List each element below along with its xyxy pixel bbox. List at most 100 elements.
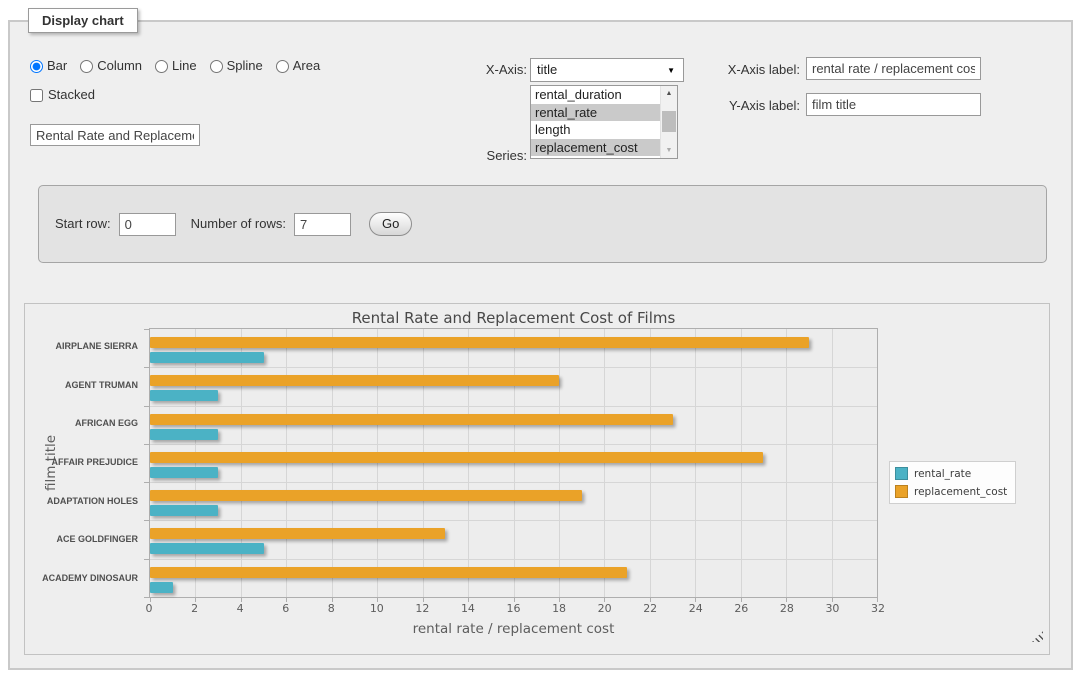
bar-replacement_cost bbox=[150, 528, 445, 539]
series-option-replacement_cost[interactable]: replacement_cost bbox=[531, 139, 660, 157]
category-label: AGENT TRUMAN bbox=[25, 380, 138, 390]
radio-label: Bar bbox=[47, 58, 67, 74]
x-tick-label: 24 bbox=[689, 602, 703, 615]
x-tick-label: 26 bbox=[734, 602, 748, 615]
x-tick-label: 0 bbox=[146, 602, 153, 615]
category-label: ADAPTATION HOLES bbox=[25, 496, 138, 506]
bar-group bbox=[150, 520, 877, 558]
radio-label: Column bbox=[97, 58, 142, 74]
x-tick-label: 4 bbox=[237, 602, 244, 615]
chart-title: Rental Rate and Replacement Cost of Film… bbox=[149, 309, 878, 327]
series-listbox[interactable]: rental_durationrental_ratelengthreplacem… bbox=[530, 85, 678, 159]
legend-label: rental_rate bbox=[914, 468, 971, 480]
x-tick-labels: 02468101214161820222426283032 bbox=[149, 602, 878, 616]
x-axis-title: rental rate / replacement cost bbox=[149, 621, 878, 637]
display-chart-fieldset: Display chart BarColumnLineSplineArea St… bbox=[8, 20, 1073, 670]
legend-item-rental_rate[interactable]: rental_rate bbox=[895, 467, 1007, 480]
bar-group bbox=[150, 367, 877, 405]
bar-replacement_cost bbox=[150, 567, 627, 578]
x-axis-label-field-label: X-Axis label: bbox=[650, 62, 800, 78]
category-label: AIRPLANE SIERRA bbox=[25, 341, 138, 351]
x-axis-selected-value: title bbox=[537, 62, 557, 77]
x-tick-label: 30 bbox=[825, 602, 839, 615]
bar-rental_rate bbox=[150, 582, 173, 593]
chart-type-radio-bar[interactable] bbox=[30, 60, 43, 73]
x-tick-label: 28 bbox=[780, 602, 794, 615]
y-axis-label-field-label: Y-Axis label: bbox=[650, 98, 800, 114]
chart-legend-items: rental_rate replacement_cost bbox=[895, 467, 1007, 498]
chart-type-radio-line[interactable] bbox=[155, 60, 168, 73]
start-row-input[interactable] bbox=[119, 213, 176, 236]
y-axis-label-input[interactable] bbox=[806, 93, 981, 116]
chart-type-option-area[interactable]: Area bbox=[276, 58, 320, 74]
category-label: AFFAIR PREJUDICE bbox=[25, 457, 138, 467]
bar-group bbox=[150, 444, 877, 482]
stacked-checkbox-row[interactable]: Stacked bbox=[30, 87, 95, 103]
bar-rental_rate bbox=[150, 467, 218, 478]
num-rows-label: Number of rows: bbox=[191, 216, 286, 232]
radio-label: Line bbox=[172, 58, 197, 74]
radio-label: Area bbox=[293, 58, 320, 74]
scroll-down-button[interactable]: ▼ bbox=[661, 143, 677, 158]
bar-group bbox=[150, 482, 877, 520]
category-label: ACADEMY DINOSAUR bbox=[25, 573, 138, 583]
bar-rental_rate bbox=[150, 505, 218, 516]
x-tick-label: 32 bbox=[871, 602, 885, 615]
bar-rental_rate bbox=[150, 390, 218, 401]
legend-swatch bbox=[895, 485, 908, 498]
x-tick-label: 12 bbox=[415, 602, 429, 615]
chart-type-radios: Bar Column Line Spline Area bbox=[30, 58, 320, 74]
x-tick-label: 18 bbox=[552, 602, 566, 615]
chart-type-radio-spline[interactable] bbox=[210, 60, 223, 73]
x-tick-label: 14 bbox=[461, 602, 475, 615]
go-button[interactable]: Go bbox=[369, 212, 412, 236]
stacked-checkbox[interactable] bbox=[30, 89, 43, 102]
series-option-length[interactable]: length bbox=[531, 121, 660, 139]
num-rows-input[interactable] bbox=[294, 213, 351, 236]
rows-panel: Start row: Number of rows: Go bbox=[38, 185, 1047, 263]
chart-title-input[interactable] bbox=[30, 124, 200, 146]
x-tick-label: 20 bbox=[598, 602, 612, 615]
x-tick-label: 22 bbox=[643, 602, 657, 615]
bar-replacement_cost bbox=[150, 337, 809, 348]
y-category-labels: AIRPLANE SIERRA AGENT TRUMAN AFRICAN EGG AF… bbox=[25, 328, 143, 598]
chart-type-option-column[interactable]: Column bbox=[80, 58, 142, 74]
series-option-rental_rate[interactable]: rental_rate bbox=[531, 104, 660, 122]
chart-panel: Rental Rate and Replacement Cost of Film… bbox=[24, 303, 1050, 655]
bar-rental_rate bbox=[150, 352, 264, 363]
bar-replacement_cost bbox=[150, 452, 763, 463]
series-listbox-options: rental_durationrental_ratelengthreplacem… bbox=[531, 86, 660, 158]
legend-swatch bbox=[895, 467, 908, 480]
x-axis-select-label: X-Axis: bbox=[440, 62, 527, 78]
bar-rental_rate bbox=[150, 543, 264, 554]
x-tick-label: 2 bbox=[191, 602, 198, 615]
resize-handle-icon[interactable] bbox=[1032, 631, 1043, 642]
stacked-label: Stacked bbox=[48, 87, 95, 103]
x-tick-label: 6 bbox=[282, 602, 289, 615]
bar-replacement_cost bbox=[150, 375, 559, 386]
x-axis-label-input[interactable] bbox=[806, 57, 981, 80]
fieldset-legend: Display chart bbox=[28, 8, 138, 33]
x-tick-label: 10 bbox=[370, 602, 384, 615]
chart-legend: rental_rate replacement_cost bbox=[889, 461, 1016, 504]
bar-group bbox=[150, 406, 877, 444]
scrollbar-thumb[interactable] bbox=[662, 111, 676, 132]
radio-label: Spline bbox=[227, 58, 263, 74]
legend-label: replacement_cost bbox=[914, 486, 1007, 498]
chart-type-option-line[interactable]: Line bbox=[155, 58, 197, 74]
chart-type-option-spline[interactable]: Spline bbox=[210, 58, 263, 74]
series-option-rental_duration[interactable]: rental_duration bbox=[531, 86, 660, 104]
x-tick-label: 16 bbox=[507, 602, 521, 615]
chart-type-radio-area[interactable] bbox=[276, 60, 289, 73]
start-row-label: Start row: bbox=[55, 216, 111, 232]
y-tick-mark bbox=[144, 597, 150, 598]
chart-type-option-bar[interactable]: Bar bbox=[30, 58, 67, 74]
series-scrollbar[interactable]: ▲ ▼ bbox=[660, 86, 677, 158]
bar-replacement_cost bbox=[150, 414, 673, 425]
bar-replacement_cost bbox=[150, 490, 582, 501]
legend-item-replacement_cost[interactable]: replacement_cost bbox=[895, 485, 1007, 498]
category-label: AFRICAN EGG bbox=[25, 418, 138, 428]
chart-type-radio-column[interactable] bbox=[80, 60, 93, 73]
category-label: ACE GOLDFINGER bbox=[25, 534, 138, 544]
x-tick-label: 8 bbox=[328, 602, 335, 615]
